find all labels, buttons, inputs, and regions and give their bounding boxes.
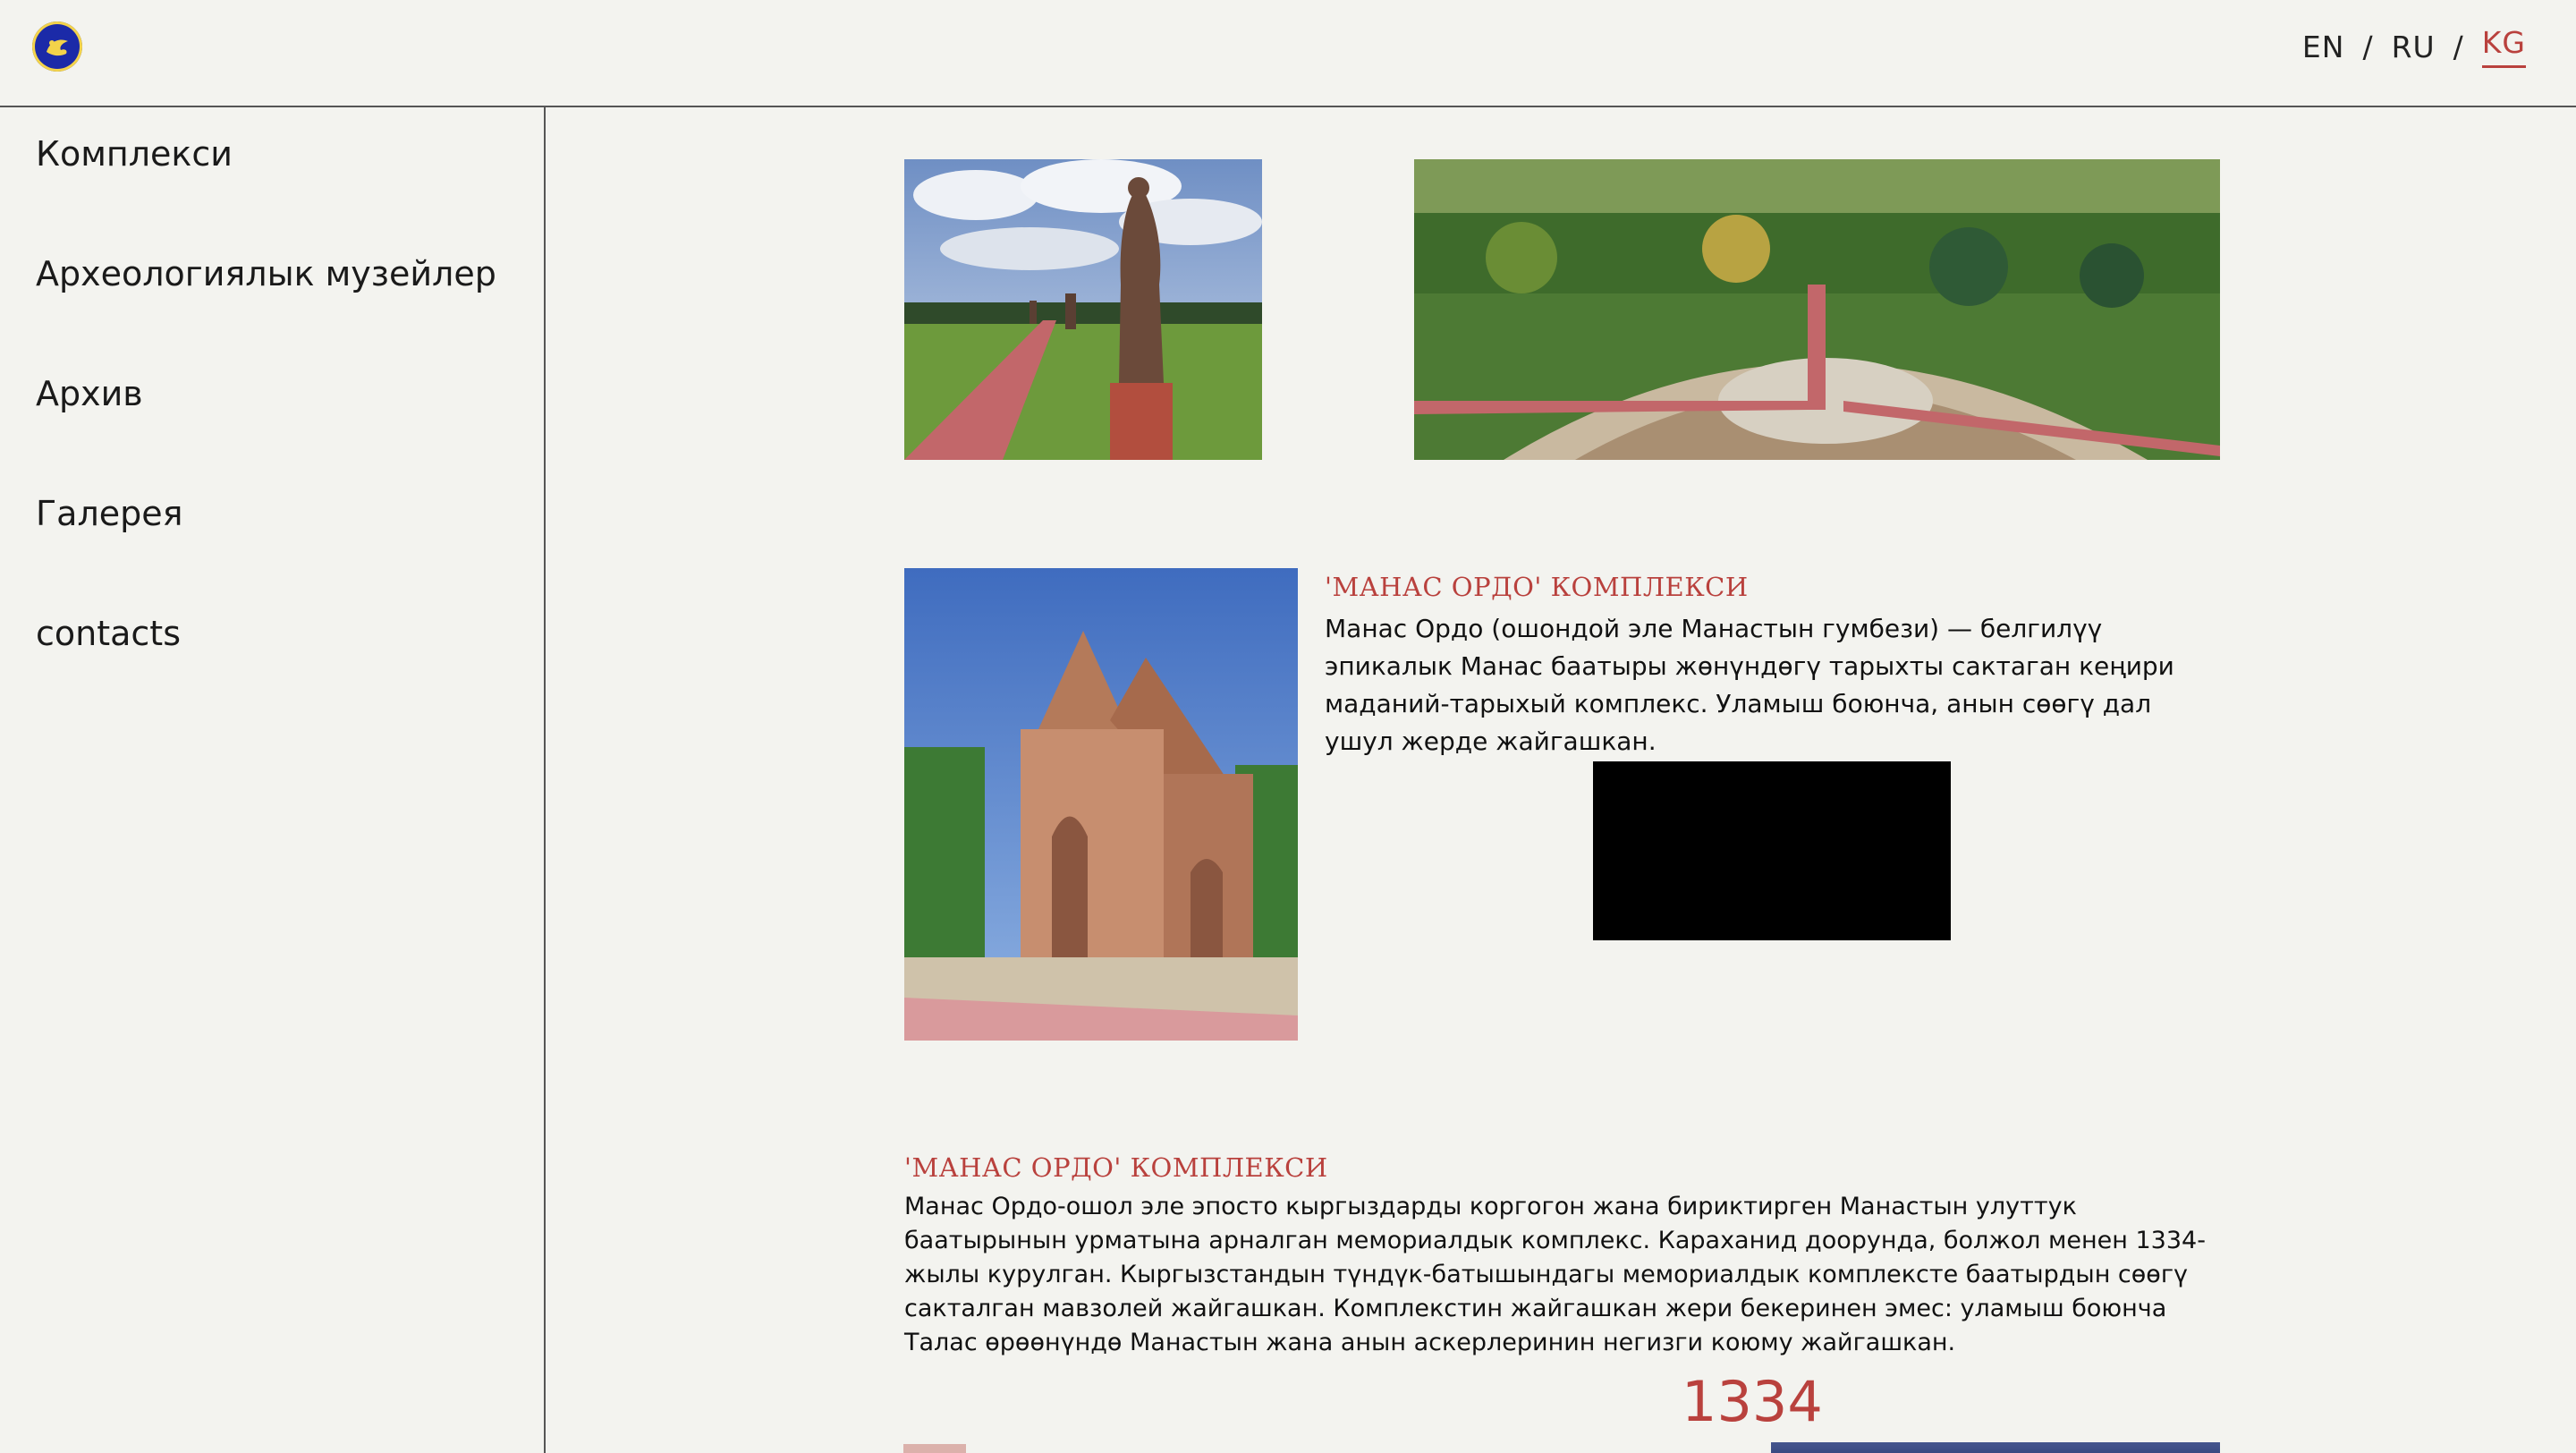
partial-section-title: [903, 1444, 966, 1453]
lang-kg[interactable]: KG: [2481, 25, 2526, 68]
language-switcher: EN / RU / KG: [2302, 25, 2526, 68]
section-description: Манас Ордо-ошол эле эпосто кыргыздарды к…: [904, 1193, 2206, 1356]
lang-ru[interactable]: RU: [2392, 30, 2436, 64]
logo-icon[interactable]: [32, 21, 82, 72]
lang-en[interactable]: EN: [2302, 30, 2345, 64]
sidebar-item-archive[interactable]: Архив: [36, 374, 143, 413]
bottom-photo: [1771, 1442, 2220, 1453]
aerial-complex-photo: [1414, 159, 2220, 460]
lang-separator: /: [2453, 29, 2464, 64]
section-title: 'МАНАС ОРДО' КОМПЛЕКСИ: [904, 1152, 1328, 1183]
sidebar-item-gallery[interactable]: Галерея: [36, 494, 183, 533]
sidebar-item-complexes[interactable]: Комплекси: [36, 134, 233, 174]
top-bar: EN / RU / KG: [0, 0, 2576, 107]
mausoleum-photo: [904, 568, 1298, 1041]
statue-photo: [904, 159, 1262, 460]
lang-separator: /: [2362, 29, 2374, 64]
sidebar-item-archaeological-museums[interactable]: Археологиялык музейлер: [36, 254, 496, 293]
sidebar: Комплекси Археологиялык музейлер Архив Г…: [0, 107, 546, 1453]
video-player[interactable]: [1593, 761, 1951, 940]
section-title: 'МАНАС ОРДО' КОМПЛЕКСИ: [1325, 572, 1749, 602]
sidebar-item-contacts[interactable]: contacts: [36, 614, 181, 653]
section-description: Манас Ордо (ошондой эле Манастын гумбези…: [1325, 614, 2174, 756]
year-label: 1334: [1682, 1369, 1823, 1434]
